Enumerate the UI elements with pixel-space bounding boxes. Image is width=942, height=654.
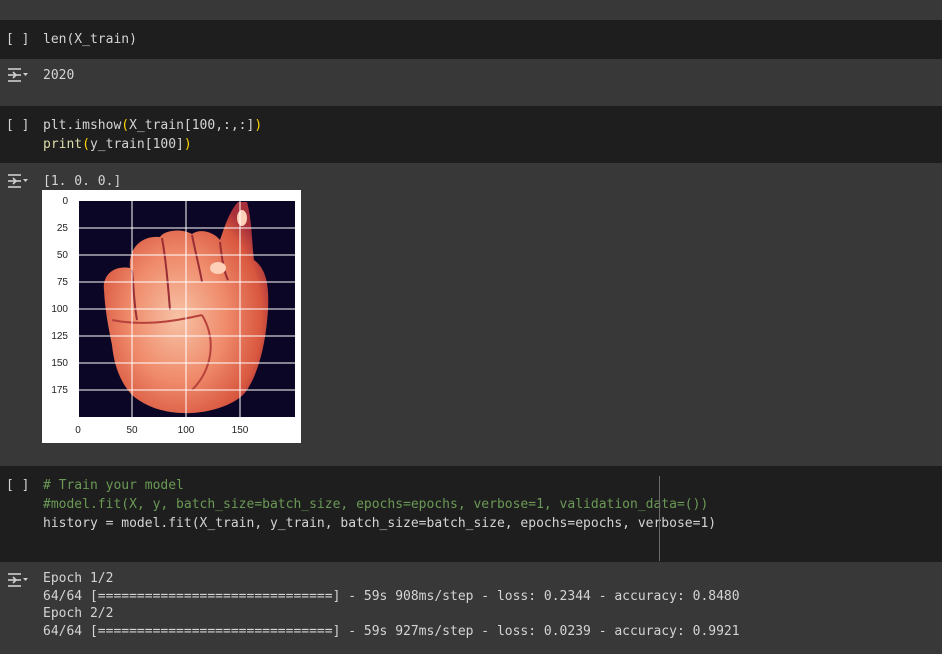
y-tick-label: 100 [51, 304, 68, 315]
code-cell-1[interactable]: [ ] len(X_train) [0, 20, 942, 59]
code-editor[interactable]: len(X_train) [43, 30, 137, 49]
log-line: Epoch 2/2 [43, 606, 114, 621]
output-text: 2020 [43, 68, 75, 83]
code-arg: X_train[100,:,:] [129, 118, 255, 133]
code-text: len(X_train) [43, 32, 137, 47]
run-cell-button[interactable]: [ ] [6, 478, 29, 493]
y-tick-label: 25 [56, 223, 68, 234]
y-tick-label: 175 [51, 385, 68, 396]
code-comment: # Train your model [43, 478, 184, 493]
y-tick-label: 50 [56, 250, 68, 261]
run-cell-button[interactable]: [ ] [6, 32, 29, 47]
code-arg: y_train[100] [89, 137, 184, 152]
output-area-3: Epoch 1/2 64/64 [=======================… [0, 562, 942, 654]
x-tick-label: 50 [126, 425, 138, 436]
log-line: 64/64 [==============================] -… [43, 623, 740, 639]
code-fn: print [43, 137, 83, 152]
output-collapse-icon[interactable] [7, 572, 29, 588]
code-comment: #model.fit(X, y, batch_size=batch_size, … [43, 497, 709, 512]
code-fn: plt.imshow [43, 118, 122, 133]
x-tick-label: 150 [231, 425, 249, 436]
output-area-1: 2020 [0, 59, 942, 106]
log-line: Epoch 1/2 [43, 571, 114, 586]
output-collapse-icon[interactable] [7, 67, 29, 83]
code-cell-3[interactable]: [ ] # Train your model #model.fit(X, y, … [0, 466, 942, 562]
y-tick-label: 150 [51, 358, 68, 369]
code-editor[interactable]: # Train your model #model.fit(X, y, batc… [43, 476, 716, 533]
code-text: history = model.fit(X_train, y_train, ba… [43, 516, 717, 531]
image-canvas [79, 201, 295, 417]
x-tick-label: 100 [177, 425, 195, 436]
imshow-plot: 0 25 50 75 100 125 150 175 0 50 100 150 [42, 190, 301, 443]
output-collapse-icon[interactable] [7, 173, 29, 189]
log-line: 64/64 [==============================] -… [43, 588, 740, 604]
y-tick-label: 125 [51, 331, 68, 342]
y-tick-label: 75 [56, 277, 68, 288]
output-text: [1. 0. 0.] [43, 174, 122, 189]
code-editor[interactable]: plt.imshow(X_train[100,:,:]) print(y_tra… [43, 116, 262, 154]
code-cell-2[interactable]: [ ] plt.imshow(X_train[100,:,:]) print(y… [0, 106, 942, 163]
x-tick-label: 0 [75, 425, 81, 436]
y-tick-label: 0 [62, 196, 68, 207]
training-log: Epoch 1/2 64/64 [=======================… [43, 570, 740, 640]
run-cell-button[interactable]: [ ] [6, 118, 29, 133]
notebook-top-bar [0, 0, 942, 20]
editor-ruler [659, 476, 660, 561]
